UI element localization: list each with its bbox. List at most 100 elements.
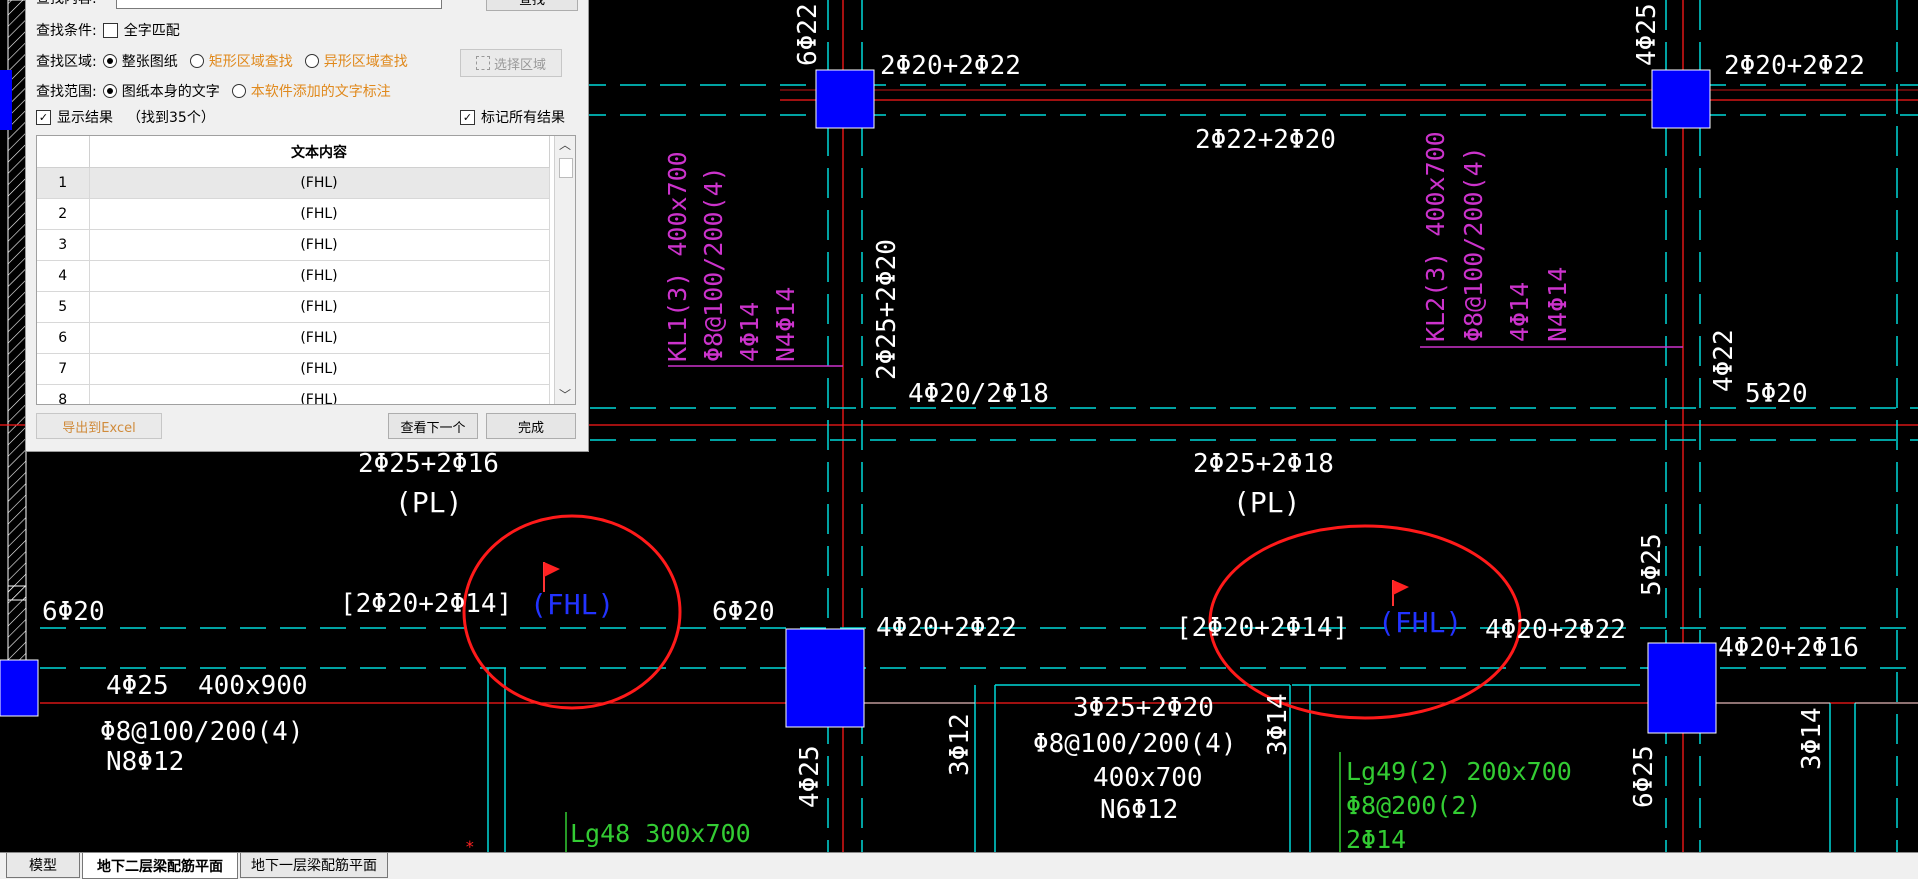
area-option-whole: 整张图纸 — [121, 54, 178, 70]
tab-b1-beam-plan[interactable]: 地下一层梁配筋平面 — [240, 853, 388, 878]
rebar-label: 6Φ20 — [42, 597, 105, 627]
text-content-header: 文本内容 — [89, 136, 550, 168]
find-button[interactable]: 查找 — [486, 0, 578, 11]
results-row: ✓ 显示结果 （找到35个） — [36, 106, 215, 128]
find-content-row: 查找内容: — [36, 0, 103, 9]
rebar-label: 4Φ25 — [106, 671, 169, 701]
scope-row: 查找范围: 图纸本身的文字 本软件添加的文字标注 — [36, 80, 403, 102]
mark-all-label: 标记所有结果 — [481, 110, 565, 126]
row-text: (FHL) — [89, 229, 550, 261]
rebar-label: 2Φ22+2Φ20 — [1195, 125, 1336, 155]
rebar-label: 3Φ25+2Φ20 — [1073, 693, 1214, 723]
scroll-up-icon[interactable]: ︿ — [555, 136, 575, 154]
rebar-label: 4Φ20+2Φ22 — [876, 613, 1017, 643]
tab-model[interactable]: 模型 — [6, 853, 80, 878]
show-results-checkbox[interactable]: ✓ — [36, 109, 51, 125]
rebar-label: 400x700 — [1093, 763, 1203, 793]
table-row[interactable]: 8 (FHL) — [37, 384, 550, 404]
select-area-button[interactable]: 选择区域 — [460, 49, 562, 77]
row-text: (FHL) — [89, 322, 550, 354]
table-row[interactable]: 2 (FHL) — [37, 198, 550, 230]
find-text-dialog: 查找内容: FHL 查找 查找条件: 全字匹配 查找区域: 整张图纸 矩形区域查… — [25, 0, 589, 452]
whole-word-checkbox[interactable] — [102, 22, 118, 38]
area-option-irregular: 异形区域查找 — [323, 54, 408, 70]
svg-text:*: * — [465, 837, 475, 852]
row-text: (FHL) — [89, 353, 550, 385]
row-number: 8 — [37, 384, 90, 404]
show-results-label: 显示结果 — [57, 110, 113, 126]
rebar-label: 6Φ25 — [1629, 745, 1659, 808]
row-text: (FHL) — [89, 260, 550, 292]
rebar-label: Φ8@100/200(4) — [100, 717, 304, 747]
rebar-label: 2Φ25+2Φ20 — [872, 239, 902, 380]
rebar-label: 3Φ14 — [1797, 707, 1827, 770]
row-text: (FHL) — [89, 291, 550, 323]
whole-word-label: 全字匹配 — [123, 23, 180, 39]
rebar-label: 4Φ20+2Φ22 — [1485, 615, 1626, 645]
scope-radio-software[interactable] — [231, 84, 246, 98]
table-row[interactable]: 6 (FHL) — [37, 322, 550, 354]
find-content-label: 查找内容: — [36, 0, 97, 8]
mark-all-checkbox[interactable]: ✓ — [460, 109, 475, 125]
fhl-search-hit: (FHL) — [530, 588, 614, 621]
scroll-down-icon[interactable]: ﹀ — [555, 386, 575, 404]
scope-label: 查找范围: — [36, 84, 97, 100]
flag-icon — [1392, 580, 1409, 606]
beam-annotation: N4Φ14 — [771, 287, 800, 362]
select-area-icon — [475, 56, 490, 70]
export-excel-button[interactable]: 导出到Excel — [36, 413, 162, 439]
results-table: 文本内容 1 (FHL) 2 (FHL) 3 (FHL) 4 (FHL) 5 (FHL) … — [36, 135, 576, 405]
rebar-label: 6Φ20 — [712, 597, 775, 627]
scroll-thumb[interactable] — [559, 158, 573, 178]
row-number: 6 — [37, 322, 90, 354]
beam-annotation: KL1(3) 400x700 — [663, 151, 692, 362]
row-number: 7 — [37, 353, 90, 385]
rebar-label: 4Φ22 — [1709, 329, 1739, 392]
beam-annotation: 4Φ14 — [1505, 282, 1534, 342]
beam-annotation-green: 2Φ14 — [1346, 825, 1406, 852]
rebar-label: (PL) — [395, 486, 462, 519]
tab-b2-beam-plan[interactable]: 地下二层梁配筋平面 — [82, 853, 238, 879]
scope-radio-drawing[interactable] — [102, 84, 117, 98]
rebar-label: 3Φ14 — [1263, 693, 1293, 756]
rebar-label: 4Φ25 — [795, 745, 825, 808]
rebar-label: Φ8@100/200(4) — [1033, 729, 1237, 759]
table-header-row: 文本内容 — [37, 136, 550, 168]
table-row[interactable]: 3 (FHL) — [37, 229, 550, 261]
row-text: (FHL) — [89, 384, 550, 404]
view-next-button[interactable]: 查看下一个 — [388, 413, 478, 439]
rebar-label: N8Φ12 — [106, 747, 184, 777]
beam-annotation-green: Lg48 300x700 — [570, 819, 751, 848]
beam-annotation-green: Φ8@200(2) — [1346, 791, 1481, 820]
area-radio-irregular[interactable] — [304, 54, 319, 68]
rebar-label: 2Φ25+2Φ18 — [1193, 449, 1334, 479]
rebar-label: [2Φ20+2Φ14] — [1176, 613, 1348, 643]
find-content-input[interactable]: FHL — [116, 0, 442, 9]
condition-row: 查找条件: 全字匹配 — [36, 19, 180, 41]
rebar-label: 4Φ20+2Φ16 — [1718, 633, 1859, 663]
beam-annotation: 4Φ14 — [735, 302, 764, 362]
table-row[interactable]: 4 (FHL) — [37, 260, 550, 292]
rebar-label: N6Φ12 — [1100, 795, 1178, 825]
rebar-label: 2Φ25+2Φ16 — [358, 449, 499, 479]
row-number: 1 — [37, 167, 90, 199]
row-text: (FHL) — [89, 167, 550, 199]
rebar-label: 5Φ20 — [1745, 379, 1808, 409]
row-text: (FHL) — [89, 198, 550, 230]
table-row[interactable]: 5 (FHL) — [37, 291, 550, 323]
beam-annotation-green: Lg49(2) 200x700 — [1346, 757, 1572, 786]
area-radio-rect[interactable] — [189, 54, 204, 68]
area-label: 查找区域: — [36, 54, 97, 70]
table-scrollbar[interactable]: ︿ ﹀ — [554, 136, 575, 404]
done-button[interactable]: 完成 — [486, 413, 576, 439]
rebar-label: 2Φ20+2Φ22 — [1724, 51, 1865, 81]
found-count: （找到35个） — [127, 110, 215, 126]
magenta-leaders — [668, 346, 1683, 367]
area-radio-whole[interactable] — [102, 54, 117, 68]
table-row[interactable]: 1 (FHL) — [37, 167, 550, 199]
table-row[interactable]: 7 (FHL) — [37, 353, 550, 385]
beam-annotation: KL2(3) 400x700 — [1421, 131, 1450, 342]
row-number-header — [37, 136, 90, 168]
rebar-label: 3Φ12 — [945, 713, 975, 776]
rebar-label: 4Φ20/2Φ18 — [908, 379, 1049, 409]
